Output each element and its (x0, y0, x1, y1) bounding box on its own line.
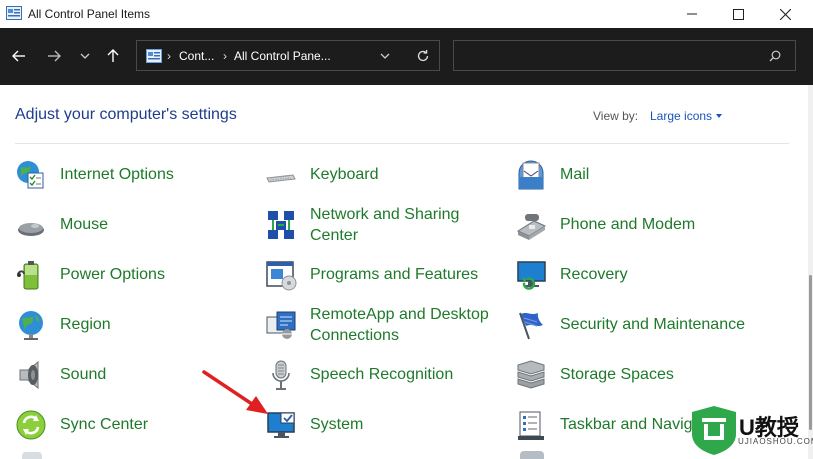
window-title: All Control Panel Items (28, 7, 151, 21)
item-recovery[interactable]: Recovery (515, 255, 755, 295)
microphone-icon (272, 360, 290, 390)
navigation-toolbar: › Cont... › All Control Pane... (0, 28, 813, 85)
content-pane: Adjust your computer's settings View by:… (0, 85, 808, 459)
mail-icon (518, 160, 544, 190)
item-label: Speech Recognition (310, 366, 454, 383)
chevron-down-icon (80, 53, 90, 59)
maximize-icon (732, 8, 744, 20)
next-row-icon-partial (520, 451, 544, 459)
control-panel-icon (6, 6, 22, 20)
mouse-icon (18, 223, 44, 236)
title-bar: All Control Panel Items (0, 0, 813, 28)
recent-locations-button[interactable] (73, 45, 97, 67)
taskbar-icon (518, 411, 544, 440)
item-label: Power Options (60, 266, 165, 283)
item-sync-center[interactable]: Sync Center (15, 405, 255, 445)
sync-center-icon (16, 410, 46, 440)
item-mail[interactable]: Mail (515, 155, 755, 195)
scrollbar-thumb[interactable] (809, 275, 812, 430)
breadcrumb-separator: › (167, 49, 171, 63)
item-label: Recovery (560, 266, 628, 283)
item-label: Region (60, 316, 111, 333)
item-label: Keyboard (310, 166, 379, 183)
item-label: System (310, 416, 364, 433)
item-internet-options[interactable]: Internet Options (15, 155, 255, 195)
item-storage-spaces[interactable]: Storage Spaces (515, 355, 755, 395)
item-label: Sync Center (60, 416, 149, 433)
item-label: Programs and Features (310, 266, 479, 283)
item-system[interactable]: System (265, 405, 505, 445)
view-by-caret-icon[interactable] (716, 114, 722, 118)
address-bar[interactable]: › Cont... › All Control Pane... (136, 40, 440, 71)
item-label: Sound (60, 366, 107, 383)
breadcrumb-control-panel[interactable]: Cont... (179, 49, 214, 63)
item-label: Storage Spaces (560, 366, 674, 383)
watermark-url: UJIAOSHOU.COM (738, 437, 813, 446)
up-arrow-icon (107, 49, 119, 62)
item-programs-features[interactable]: Programs and Features (265, 255, 505, 295)
breadcrumb-all-items[interactable]: All Control Pane... (234, 49, 331, 63)
speaker-icon (19, 360, 39, 390)
item-power-options[interactable]: Power Options (15, 255, 255, 295)
close-icon (779, 8, 791, 20)
item-remoteapp[interactable]: RemoteApp and Desktop Connections (265, 295, 505, 344)
item-speech-recognition[interactable]: Speech Recognition (265, 355, 505, 395)
region-icon (19, 311, 43, 340)
recovery-icon (517, 261, 546, 290)
item-label: Phone and Modem (560, 216, 696, 233)
remoteapp-icon (266, 311, 296, 339)
maximize-button[interactable] (715, 0, 761, 28)
back-button[interactable] (7, 45, 31, 67)
forward-button[interactable] (42, 45, 66, 67)
item-label: RemoteApp and Desktop Connections (310, 306, 489, 344)
view-by-label: View by: (593, 109, 639, 123)
power-options-icon (17, 261, 39, 290)
divider (15, 143, 789, 144)
item-label: Mail (560, 166, 590, 183)
programs-features-icon (266, 261, 297, 291)
forward-arrow-icon (48, 50, 61, 62)
item-label: Network and Sharing Center (310, 206, 460, 244)
search-icon (769, 50, 781, 62)
item-label: Security and Maintenance (560, 316, 745, 333)
keyboard-icon (266, 174, 296, 183)
watermark-logo-icon (692, 406, 736, 455)
item-mouse[interactable]: Mouse (15, 205, 255, 245)
vertical-scrollbar[interactable] (808, 85, 813, 459)
internet-options-icon (17, 161, 44, 189)
storage-spaces-icon (517, 360, 545, 389)
address-dropdown-icon[interactable] (380, 53, 390, 60)
up-button[interactable] (101, 45, 125, 67)
item-security-maintenance[interactable]: Security and Maintenance (515, 305, 755, 345)
item-sound[interactable]: Sound (15, 355, 255, 395)
item-label: Internet Options (60, 166, 174, 183)
close-button[interactable] (762, 0, 808, 28)
item-keyboard[interactable]: Keyboard (265, 155, 505, 195)
back-arrow-icon (12, 50, 25, 62)
minimize-icon (687, 13, 697, 15)
item-network-sharing[interactable]: Network and Sharing Center (265, 195, 505, 244)
item-region[interactable]: Region (15, 305, 255, 345)
item-label: Mouse (60, 216, 109, 233)
phone-modem-icon (516, 214, 547, 240)
item-phone-modem[interactable]: Phone and Modem (515, 205, 755, 245)
search-box[interactable] (453, 40, 796, 71)
breadcrumb-separator: › (223, 49, 227, 63)
network-icon (268, 211, 294, 239)
control-panel-icon (146, 49, 162, 63)
refresh-icon[interactable] (416, 49, 430, 63)
page-heading: Adjust your computer's settings (15, 106, 237, 123)
system-monitor-icon (267, 412, 295, 438)
next-row-icon-partial (22, 452, 42, 459)
security-flag-icon (519, 312, 543, 340)
minimize-button[interactable] (669, 0, 715, 28)
view-by-dropdown[interactable]: Large icons (650, 109, 712, 123)
